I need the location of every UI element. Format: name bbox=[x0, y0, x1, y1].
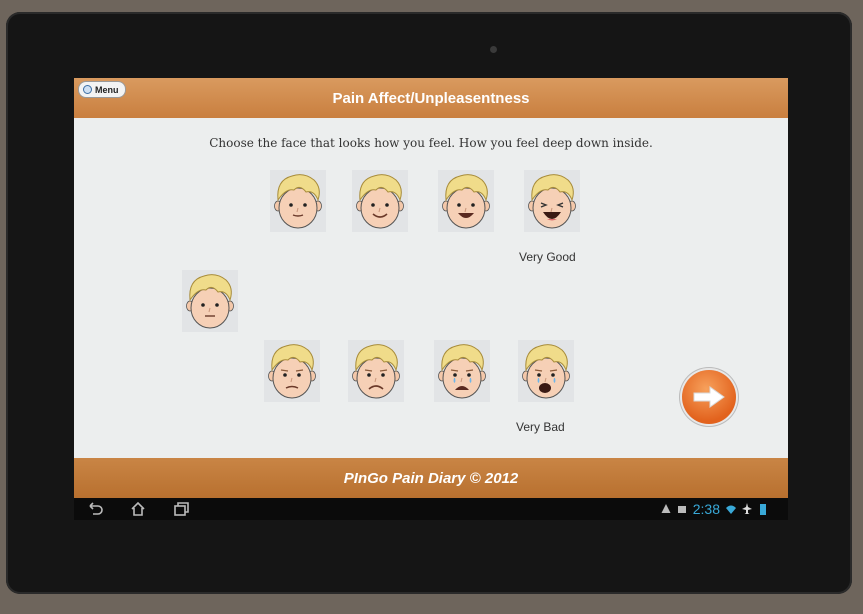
system-nav-bar: 2:38 bbox=[74, 498, 788, 520]
menu-icon bbox=[83, 85, 92, 94]
menu-label: Menu bbox=[95, 84, 119, 95]
very-bad-label: Very Bad bbox=[516, 420, 565, 434]
arrow-right-icon bbox=[693, 386, 725, 408]
notification-icon bbox=[677, 506, 686, 513]
instruction-text: Choose the face that looks how you feel.… bbox=[209, 136, 653, 150]
face-icon bbox=[348, 340, 404, 402]
back-icon[interactable] bbox=[86, 500, 104, 518]
app-screen: Menu Pain Affect/Unpleasentness Choose t… bbox=[74, 78, 788, 498]
app-footer: PInGo Pain Diary © 2012 bbox=[74, 458, 788, 498]
face-icon bbox=[270, 170, 326, 232]
face-icon bbox=[352, 170, 408, 232]
face-good-3[interactable] bbox=[438, 170, 494, 232]
wifi-icon bbox=[726, 505, 736, 514]
battery-icon bbox=[760, 504, 766, 515]
camera bbox=[490, 46, 497, 53]
face-icon bbox=[438, 170, 494, 232]
warning-icon bbox=[661, 504, 671, 513]
face-icon bbox=[264, 340, 320, 402]
clock: 2:38 bbox=[692, 501, 720, 517]
airplane-icon bbox=[742, 503, 752, 514]
app-header: Menu Pain Affect/Unpleasentness bbox=[74, 78, 788, 118]
footer-text: PInGo Pain Diary © 2012 bbox=[343, 469, 519, 487]
next-button[interactable] bbox=[682, 370, 736, 424]
face-bad-1[interactable] bbox=[264, 340, 320, 402]
recent-apps-icon[interactable] bbox=[172, 500, 190, 518]
face-bad-2[interactable] bbox=[348, 340, 404, 402]
home-icon[interactable] bbox=[129, 500, 147, 518]
menu-button[interactable]: Menu bbox=[78, 81, 126, 98]
face-icon bbox=[524, 170, 580, 232]
face-icon bbox=[434, 340, 490, 402]
face-icon bbox=[518, 340, 574, 402]
face-good-1[interactable] bbox=[270, 170, 326, 232]
face-good-2[interactable] bbox=[352, 170, 408, 232]
status-area: 2:38 bbox=[661, 501, 768, 517]
page-title: Pain Affect/Unpleasentness bbox=[332, 89, 530, 107]
face-bad-4[interactable] bbox=[518, 340, 574, 402]
face-bad-3[interactable] bbox=[434, 340, 490, 402]
face-good-4[interactable] bbox=[524, 170, 580, 232]
face-icon bbox=[182, 270, 238, 332]
very-good-label: Very Good bbox=[519, 250, 576, 264]
face-neutral[interactable] bbox=[182, 270, 238, 332]
